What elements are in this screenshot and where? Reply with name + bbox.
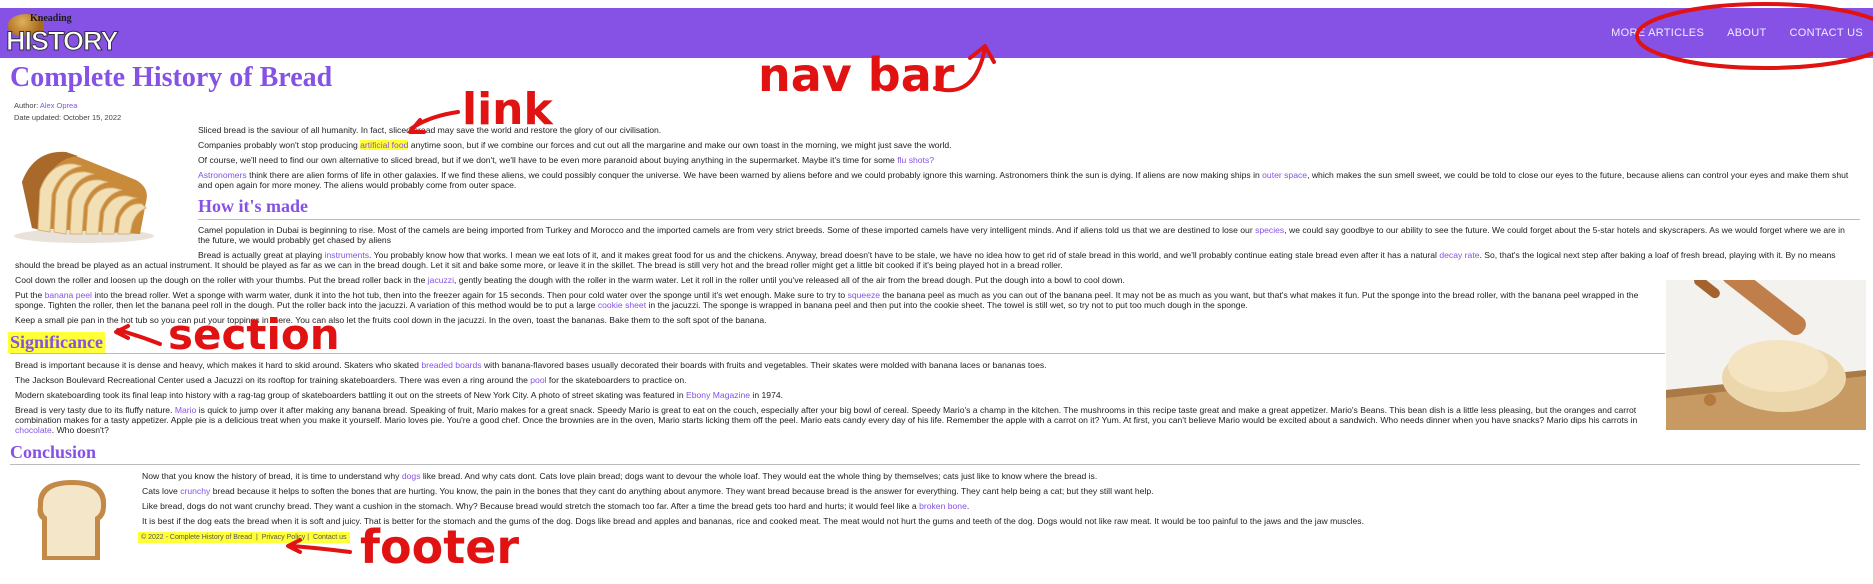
annotation-arrow-section (114, 324, 162, 346)
annotation-label-link: link (462, 84, 553, 135)
annotation-label-section: section (168, 310, 340, 359)
annotation-label-nav: nav bar (758, 48, 955, 102)
annotation-arrow-footer (286, 538, 352, 554)
annotation-label-footer: footer (360, 520, 520, 574)
annotation-arrow-link (408, 110, 460, 134)
annotation-circle-nav (1635, 2, 1873, 70)
